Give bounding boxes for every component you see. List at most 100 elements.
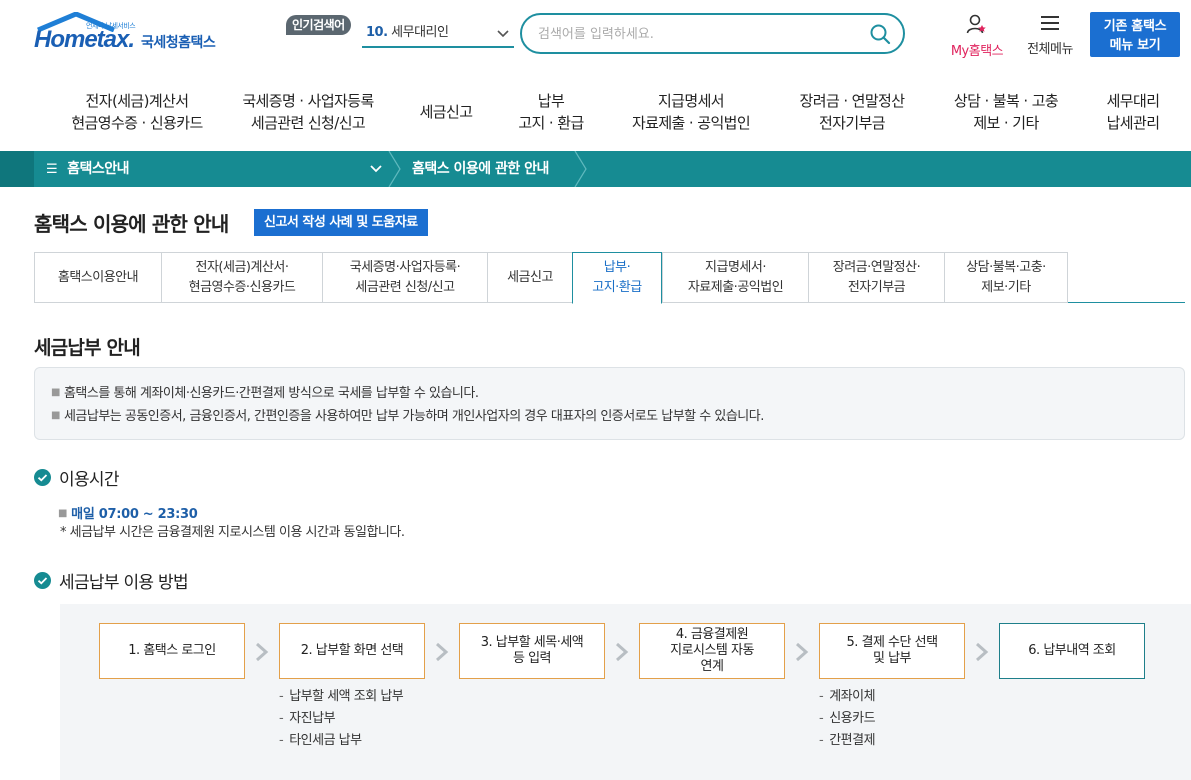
gnb-label-line1: 장려금 · 연말정산 bbox=[799, 92, 906, 110]
logo-korean-name: 국세청홈택스 bbox=[141, 35, 216, 51]
step-pay-method: 5. 결제 수단 선택 및 납부 bbox=[819, 623, 965, 679]
step5-sublist: - 계좌이체 - 신용카드 - 간편결제 bbox=[819, 686, 876, 752]
step-label: 6. 납부내역 조회 bbox=[1028, 643, 1116, 658]
step-select-screen: 2. 납부할 화면 선택 bbox=[279, 623, 425, 679]
old-menu-line2: 메뉴 보기 bbox=[1109, 38, 1161, 53]
step-label-line2: 및 납부 bbox=[872, 651, 912, 666]
bullet-icon: ■ bbox=[51, 387, 60, 398]
step-label: 2. 납부할 화면 선택 bbox=[300, 643, 404, 658]
search-input[interactable] bbox=[538, 24, 858, 44]
tab-label-line2: 자료제출·공익법인 bbox=[687, 279, 784, 295]
chevron-right-icon bbox=[436, 642, 449, 662]
search-icon[interactable] bbox=[869, 23, 891, 45]
breadcrumb: ☰ 홈택스안내 홈택스 이용에 관한 안내 bbox=[0, 151, 1191, 187]
gnb-item-statement[interactable]: 지급명세서 자료제출 · 공익법인 bbox=[620, 90, 762, 134]
step-label-line3: 연계 bbox=[700, 659, 724, 674]
method-heading-label: 세금납부 이용 방법 bbox=[59, 573, 189, 593]
list-item: - 타인세금 납부 bbox=[279, 733, 362, 748]
tab-label-line2: 제보·기타 bbox=[981, 279, 1031, 295]
check-circle-icon bbox=[34, 572, 51, 589]
info-text: 홈택스를 통해 계좌이체·신용카드·간편결제 방식으로 국세를 납부할 수 있습… bbox=[63, 386, 479, 401]
chevron-right-icon bbox=[616, 642, 629, 662]
list-item: - 자진납부 bbox=[279, 711, 336, 726]
breadcrumb-home[interactable] bbox=[0, 151, 34, 187]
breadcrumb-menu-select[interactable]: ☰ 홈택스안내 bbox=[46, 151, 386, 187]
page-title: 홈택스 이용에 관한 안내 bbox=[34, 212, 229, 236]
hamburger-icon: ☰ bbox=[46, 162, 58, 177]
info-text: 세금납부는 공동인증서, 금융인증서, 간편인증을 사용하여만 납부 가능하며 … bbox=[63, 409, 764, 424]
gnb-item-incentive[interactable]: 장려금 · 연말정산 전자기부금 bbox=[786, 90, 918, 134]
tab-e-invoice[interactable]: 전자(세금)계산서· 현금영수증·신용카드 bbox=[161, 252, 322, 303]
breadcrumb-menu-label: 홈택스안내 bbox=[67, 161, 130, 177]
tab-label-line1: 납부· bbox=[603, 260, 631, 275]
list-item-text: 납부할 세액 조회 납부 bbox=[289, 689, 404, 704]
tab-label-line1: 지급명세서· bbox=[705, 259, 766, 275]
tab-statement[interactable]: 지급명세서· 자료제출·공익법인 bbox=[662, 252, 808, 303]
old-menu-line1: 기존 홈택스 bbox=[1103, 19, 1167, 34]
all-menu-button[interactable]: 전체메뉴 bbox=[1020, 14, 1080, 57]
gnb-label-line1: 세금신고 bbox=[419, 103, 473, 121]
tab-counsel[interactable]: 상담·불복·고충· 제보·기타 bbox=[944, 252, 1068, 303]
section-title: 세금납부 안내 bbox=[34, 337, 141, 359]
gnb-label-line2: 세금관련 신청/신고 bbox=[250, 114, 366, 132]
chevron-right-icon bbox=[256, 642, 269, 662]
gnb-item-counsel[interactable]: 상담 · 불복 · 고충 제보 · 기타 bbox=[940, 90, 1072, 134]
info-line: ■ 세금납부는 공동인증서, 금융인증서, 간편인증을 사용하여만 납부 가능하며… bbox=[51, 405, 1184, 428]
step-label: 1. 홈택스 로그인 bbox=[128, 643, 216, 658]
hometax-logo[interactable]: 언제나 납세서비스 Hometax. 국세청홈택스 bbox=[34, 12, 234, 54]
gnb-label-line1: 납부 bbox=[537, 92, 565, 110]
tab-tax-report[interactable]: 세금신고 bbox=[487, 252, 572, 303]
tab-label-line1: 상담·불복·고충· bbox=[966, 259, 1046, 275]
tab-label-line1: 장려금·연말정산· bbox=[832, 259, 921, 275]
tab-certificate[interactable]: 국세증명·사업자등록· 세금관련 신청/신고 bbox=[322, 252, 487, 303]
header: 언제나 납세서비스 Hometax. 국세청홈택스 인기검색어 10. 세무대리… bbox=[0, 0, 1191, 70]
gnb-label-line1: 국세증명 · 사업자등록 bbox=[242, 92, 374, 110]
list-item: - 납부할 세액 조회 납부 bbox=[279, 689, 404, 704]
gnb-item-tax-agent[interactable]: 세무대리 납세관리 bbox=[1094, 90, 1172, 134]
gnb-label-line1: 세무대리 bbox=[1106, 92, 1160, 110]
list-item-text: 간편결제 bbox=[829, 733, 876, 748]
tab-label-line2: 전자기부금 bbox=[847, 279, 906, 295]
hours-value: ■ 매일 07:00 ~ 23:30 bbox=[58, 503, 198, 522]
help-materials-button[interactable]: 신고서 작성 사례 및 도움자료 bbox=[254, 209, 428, 236]
tab-payment[interactable]: 납부· 고지·환급 bbox=[572, 252, 662, 304]
tab-label: 홈택스이용안내 bbox=[57, 269, 139, 285]
gnb-item-certificate[interactable]: 국세증명 · 사업자등록 세금관련 신청/신고 bbox=[230, 90, 386, 134]
gnb-label-line2: 자료제출 · 공익법인 bbox=[631, 114, 751, 132]
breadcrumb-current[interactable]: 홈택스 이용에 관한 안내 bbox=[412, 151, 549, 187]
tab-label-line2: 세금관련 신청/신고 bbox=[355, 279, 455, 295]
breadcrumb-separator-icon bbox=[574, 151, 587, 187]
gnb-label-line2: 현금영수증 · 신용카드 bbox=[71, 114, 203, 132]
list-item: - 신용카드 bbox=[819, 711, 876, 726]
list-item-text: 계좌이체 bbox=[829, 689, 876, 704]
gnb-item-tax-report[interactable]: 세금신고 bbox=[408, 101, 484, 123]
gnb-item-e-invoice[interactable]: 전자(세금)계산서 현금영수증 · 신용카드 bbox=[52, 90, 222, 134]
logo-wordmark: Hometax. bbox=[34, 26, 135, 53]
check-circle-icon bbox=[34, 469, 51, 486]
tab-label-line2: 고지·환급 bbox=[592, 280, 642, 295]
info-line: ■ 홈택스를 통해 계좌이체·신용카드·간편결제 방식으로 국세를 납부할 수 있… bbox=[51, 382, 1184, 405]
gnb-label-line2: 전자기부금 bbox=[818, 114, 886, 132]
category-tabs: 홈택스이용안내 전자(세금)계산서· 현금영수증·신용카드 국세증명·사업자등록·… bbox=[34, 252, 1185, 304]
step2-sublist: - 납부할 세액 조회 납부 - 자진납부 - 타인세금 납부 bbox=[279, 686, 404, 752]
gnb-item-payment[interactable]: 납부 고지 · 환급 bbox=[508, 90, 594, 134]
step-label-line1: 3. 납부할 세목·세액 bbox=[480, 635, 584, 650]
tab-incentive[interactable]: 장려금·연말정산· 전자기부금 bbox=[808, 252, 944, 303]
gnb-label-line1: 상담 · 불복 · 고충 bbox=[953, 92, 1059, 110]
info-box: ■ 홈택스를 통해 계좌이체·신용카드·간편결제 방식으로 국세를 납부할 수 있… bbox=[34, 367, 1185, 440]
chevron-down-icon bbox=[497, 30, 509, 38]
my-hometax-button[interactable]: My홈택스 bbox=[944, 14, 1010, 59]
payment-steps: 1. 홈택스 로그인 2. 납부할 화면 선택 3. 납부할 세목·세액 등 입력… bbox=[60, 604, 1191, 780]
step-input-tax: 3. 납부할 세목·세액 등 입력 bbox=[459, 623, 605, 679]
popular-term: 세무대리인 bbox=[391, 25, 449, 40]
gnb-label-line2: 제보 · 기타 bbox=[973, 114, 1039, 132]
old-menu-button[interactable]: 기존 홈택스 메뉴 보기 bbox=[1090, 12, 1180, 57]
tab-label: 세금신고 bbox=[507, 269, 553, 285]
popular-search-select[interactable]: 10. 세무대리인 bbox=[362, 20, 514, 48]
hours-note: * 세금납부 시간은 금융결제원 지로시스템 이용 시간과 동일합니다. bbox=[60, 525, 405, 540]
list-item-text: 타인세금 납부 bbox=[289, 733, 362, 748]
chevron-right-icon bbox=[976, 642, 989, 662]
gnb-label-line1: 지급명세서 bbox=[657, 92, 725, 110]
gnb-label-line2: 고지 · 환급 bbox=[518, 114, 584, 132]
tab-hometax-guide[interactable]: 홈택스이용안내 bbox=[34, 252, 161, 303]
